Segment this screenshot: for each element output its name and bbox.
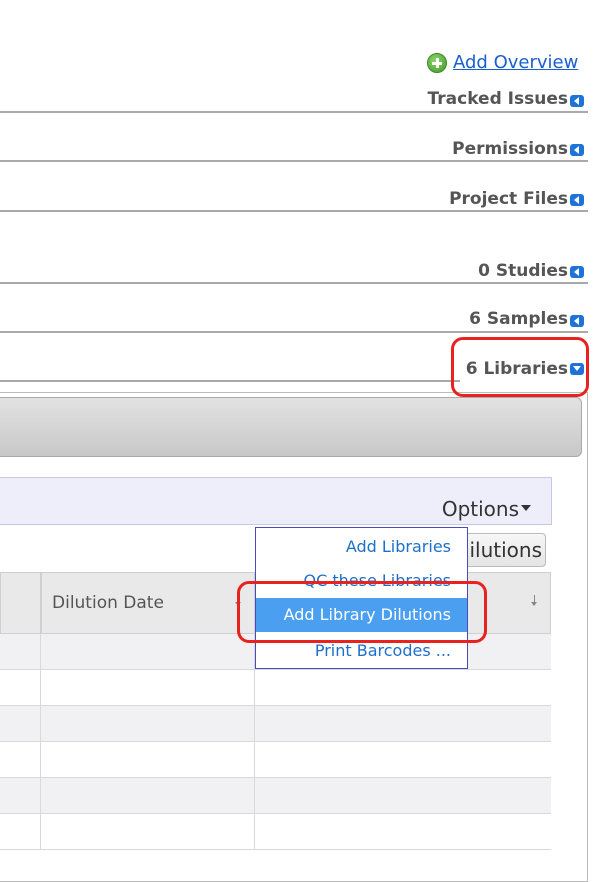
table-cell bbox=[41, 634, 255, 669]
panel-header-bar bbox=[0, 397, 582, 457]
section-divider bbox=[0, 282, 588, 284]
highlight-add-library-dilutions bbox=[237, 581, 487, 643]
table-row[interactable] bbox=[0, 814, 551, 850]
collapse-left-icon[interactable] bbox=[570, 315, 584, 327]
table-row[interactable] bbox=[0, 778, 551, 814]
options-button[interactable]: Options bbox=[442, 497, 519, 521]
section-divider bbox=[0, 380, 460, 382]
section-tracked-issues[interactable]: Tracked Issues bbox=[428, 89, 568, 109]
table-cell bbox=[0, 634, 41, 669]
add-overview-link[interactable]: Add Overview bbox=[427, 52, 578, 73]
section-divider bbox=[0, 160, 588, 162]
table-row[interactable] bbox=[0, 670, 551, 706]
section-divider bbox=[0, 210, 588, 212]
table-cell bbox=[0, 778, 41, 813]
table-cell bbox=[0, 670, 41, 705]
table-cell bbox=[41, 814, 255, 849]
collapse-left-icon[interactable] bbox=[570, 266, 584, 278]
section-divider bbox=[0, 331, 588, 333]
table-cell bbox=[0, 742, 41, 777]
table-cell bbox=[41, 706, 255, 741]
table-cell bbox=[41, 778, 255, 813]
menu-item-add-libraries[interactable]: Add Libraries bbox=[256, 530, 467, 564]
section-permissions[interactable]: Permissions bbox=[452, 139, 568, 159]
section-samples[interactable]: 6 Samples bbox=[469, 309, 568, 329]
table-row[interactable] bbox=[0, 706, 551, 742]
table-header-cell[interactable] bbox=[0, 572, 41, 634]
section-studies[interactable]: 0 Studies bbox=[478, 261, 568, 281]
column-label: Dilution Date bbox=[52, 593, 164, 613]
table-cell bbox=[41, 670, 255, 705]
section-project-files[interactable]: Project Files bbox=[449, 189, 568, 209]
collapse-left-icon[interactable] bbox=[570, 194, 584, 206]
collapse-left-icon[interactable] bbox=[570, 95, 584, 107]
section-divider bbox=[0, 111, 588, 113]
caret-down-icon[interactable] bbox=[521, 505, 531, 511]
add-circle-icon[interactable] bbox=[427, 52, 447, 73]
options-toolbar: Options bbox=[0, 477, 552, 525]
highlight-libraries bbox=[451, 337, 589, 397]
add-overview-label[interactable]: Add Overview bbox=[453, 52, 578, 73]
collapse-left-icon[interactable] bbox=[570, 144, 584, 156]
sort-icon[interactable] bbox=[530, 595, 540, 609]
table-cell bbox=[41, 742, 255, 777]
table-row[interactable] bbox=[0, 742, 551, 778]
table-cell bbox=[0, 814, 41, 849]
table-header-dilution-date[interactable]: Dilution Date bbox=[41, 572, 255, 634]
table-cell bbox=[0, 706, 41, 741]
